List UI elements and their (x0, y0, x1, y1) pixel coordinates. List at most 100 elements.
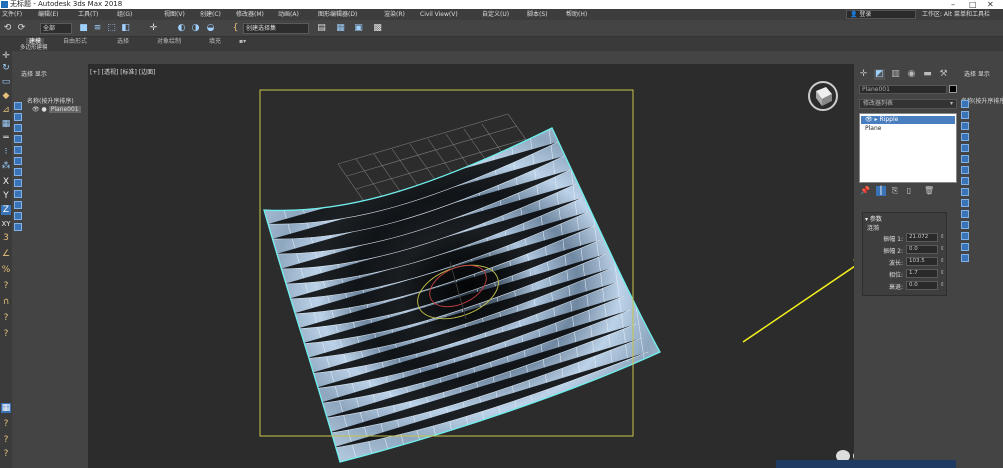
secondary-explorer-tabs[interactable]: 选择 显示 (964, 69, 990, 78)
filter-warps-icon[interactable] (14, 157, 22, 165)
ribbon-tab-freeform[interactable]: 自由形式 (60, 38, 90, 45)
perspective-viewport[interactable]: [+] [透视] [标准] [边面] (88, 64, 854, 468)
remove-modifier-icon[interactable]: ▯ (904, 186, 914, 196)
object-name-field[interactable]: Plane001 (859, 85, 947, 94)
array-icon[interactable]: ⁂ (1, 161, 11, 171)
param-input[interactable]: 0.0 (906, 245, 938, 254)
modify-tab-icon[interactable]: ◩ (874, 69, 885, 80)
utilities-tab-icon[interactable]: ⚒ (938, 69, 949, 80)
eye-icon[interactable]: 👁 (32, 106, 40, 113)
align-icon[interactable]: ═ (1, 133, 11, 143)
rollout-title[interactable]: ▾ 参数 (865, 214, 882, 223)
scene-row-plane001[interactable]: 👁 ● Plane001 (32, 106, 81, 114)
object-color-swatch[interactable] (949, 85, 957, 93)
undo-icon[interactable]: ⟲ (2, 23, 13, 34)
workspace-selector[interactable]: 工作区: Alt 菜单和工具栏 (922, 9, 990, 20)
filter-icon[interactable] (961, 232, 969, 240)
create-tab-icon[interactable]: ✛ (858, 69, 869, 80)
menu-animation[interactable]: 动画(A) (278, 9, 299, 20)
orbit-icon[interactable]: ↻ (1, 63, 11, 73)
filter-icon[interactable] (961, 133, 969, 141)
playback-icon[interactable]: ? (1, 449, 11, 459)
menu-tools[interactable]: 工具(T) (78, 9, 98, 20)
menu-help[interactable]: 帮助(H) (566, 9, 587, 20)
menu-edit[interactable]: 编辑(E) (38, 9, 58, 20)
menu-group[interactable]: 组(G) (117, 9, 132, 20)
axis-x-icon[interactable]: X (1, 177, 11, 187)
close-button[interactable]: ✕ (987, 0, 994, 9)
filter-icon[interactable] (961, 243, 969, 251)
filter-icon[interactable] (961, 144, 969, 152)
select-by-name-icon[interactable]: ≡ (92, 23, 103, 34)
filter-shapes-icon[interactable] (14, 113, 22, 121)
filter-icon[interactable] (961, 166, 969, 174)
filter-cameras-icon[interactable] (14, 135, 22, 143)
axis-y-icon[interactable]: Y (1, 191, 11, 201)
redo-icon[interactable]: ⟳ (16, 23, 27, 34)
scene-explorer-tabs[interactable]: 选择 显示 (21, 69, 47, 78)
filter-icon[interactable] (961, 199, 969, 207)
snap-grid-icon[interactable]: ⁝ (1, 147, 11, 157)
filter-lights-icon[interactable] (14, 124, 22, 132)
filter-hidden-icon[interactable] (14, 223, 22, 231)
expand-icon[interactable]: ▸ (875, 116, 878, 123)
key-mode-icon[interactable]: ? (1, 329, 11, 339)
show-end-result-icon[interactable]: ⎮ (876, 186, 886, 196)
keyframe-icon[interactable]: ? (1, 313, 11, 323)
menu-scripting[interactable]: 脚本(S) (527, 9, 548, 20)
filter-icon[interactable] (961, 254, 969, 262)
render-toggle-icon[interactable]: ● (42, 106, 47, 113)
ribbon-tab-populate[interactable]: 填充 (206, 38, 224, 45)
select-object-icon[interactable]: ■ (78, 23, 89, 34)
spinner-icon[interactable]: ⇕ (940, 258, 945, 264)
percent-icon[interactable]: % (1, 265, 11, 275)
motion-tab-icon[interactable]: ◉ (906, 69, 917, 80)
display-tab-icon[interactable]: ▬ (922, 69, 933, 80)
axis-z-icon[interactable]: Z (1, 205, 11, 215)
ribbon-tab-modeling[interactable]: 建模 (26, 38, 45, 45)
pin-stack-icon[interactable]: 📌 (860, 186, 870, 196)
box-icon[interactable]: ▭ (1, 77, 11, 87)
param-input[interactable]: 0.0 (906, 281, 938, 290)
render-icon[interactable]: ▩ (372, 23, 383, 34)
filter-icon[interactable] (961, 221, 969, 229)
ribbon-tab-selection[interactable]: 选择 (114, 38, 132, 45)
named-selection-set-dropdown[interactable]: 创建选择集 (243, 23, 309, 34)
filter-containers-icon[interactable] (14, 201, 22, 209)
angle-snap-icon[interactable]: ◑ (190, 23, 201, 34)
link-icon[interactable]: ⊿ (1, 105, 11, 115)
filter-icon[interactable] (961, 122, 969, 130)
filter-icon[interactable] (961, 188, 969, 196)
menu-file[interactable]: 文件(F) (2, 9, 22, 20)
magnet-icon[interactable]: ∩ (1, 297, 11, 307)
minimize-button[interactable]: – (951, 0, 955, 9)
spinner-icon[interactable]: ⇕ (940, 282, 945, 288)
stack-item-ripple[interactable]: 👁 ▸ Ripple (861, 116, 955, 124)
move-icon[interactable]: ✛ (148, 23, 159, 34)
filter-geometry-icon[interactable] (14, 102, 22, 110)
spinner-icon[interactable]: ⇕ (940, 246, 945, 252)
spinner-icon[interactable]: ⇕ (940, 270, 945, 276)
selection-filter-dropdown[interactable]: 全部 (40, 23, 72, 34)
percent-snap-icon[interactable]: ◒ (205, 23, 216, 34)
material-editor-icon[interactable]: ▦ (335, 23, 346, 34)
param-input[interactable]: 1.7 (906, 269, 938, 278)
menu-rendering[interactable]: 渲染(R) (384, 9, 405, 20)
modifier-list-dropdown[interactable]: 修改器列表 ▾ (859, 99, 957, 109)
rect-selection-icon[interactable]: ⬚ (106, 23, 117, 34)
grid-icon[interactable]: ▦ (1, 119, 11, 129)
scene-column-header[interactable]: 名称(按升序排序) (27, 96, 74, 105)
param-input[interactable]: 21.072 (906, 233, 938, 242)
paint-icon[interactable]: ◆ (1, 91, 11, 101)
menu-views[interactable]: 视图(V) (164, 9, 185, 20)
filter-icon[interactable] (961, 155, 969, 163)
filter-icon[interactable] (961, 111, 969, 119)
menu-graph-editors[interactable]: 图形编辑器(D) (318, 9, 357, 20)
angle-snap-side-icon[interactable]: ∠ (1, 249, 11, 259)
ribbon-tab-object-paint[interactable]: 对象绘制 (154, 38, 184, 45)
render-frame-icon[interactable]: ? (1, 435, 11, 445)
filter-bones-icon[interactable] (14, 190, 22, 198)
create-icon[interactable]: ✛ (1, 51, 11, 61)
maximize-button[interactable]: □ (969, 0, 977, 9)
filter-groups-icon[interactable] (14, 168, 22, 176)
